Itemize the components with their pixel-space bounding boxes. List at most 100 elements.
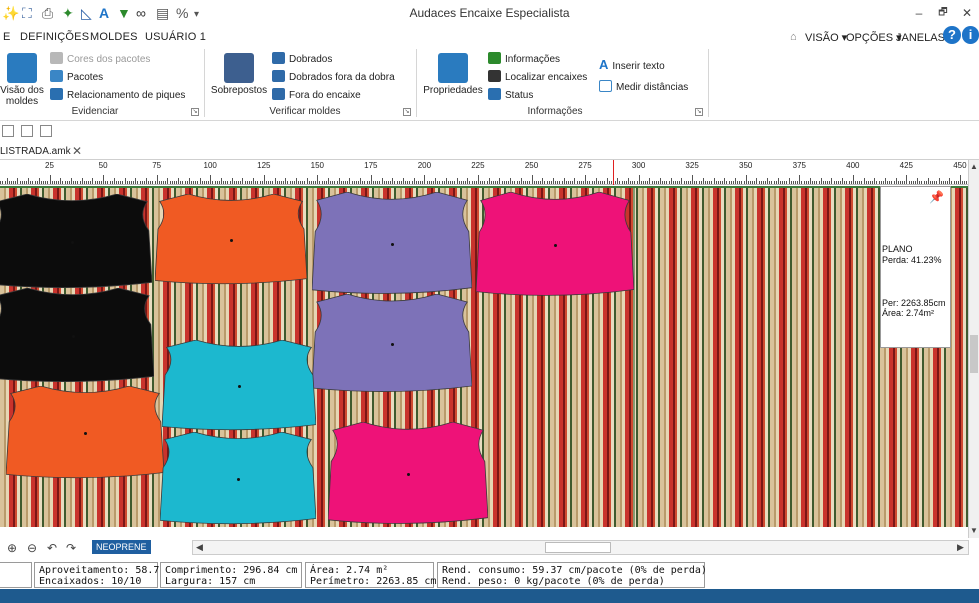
restore-icon[interactable]: 🗗 (931, 4, 955, 22)
piece-orange-2[interactable] (6, 386, 164, 480)
launcher-evidenciar-icon[interactable]: ↘ (191, 108, 199, 116)
scroll-up-icon[interactable]: ▲ (970, 162, 978, 171)
propriedades-button[interactable]: Propriedades (421, 53, 485, 96)
scroll-thumb[interactable] (970, 335, 978, 373)
ruler-tick (173, 181, 175, 184)
medir-distancias-button[interactable]: Medir distâncias (599, 80, 688, 95)
ruler-tick (315, 181, 317, 184)
menu-usuario[interactable]: USUÁRIO 1 (145, 31, 206, 43)
ruler-tick (630, 181, 631, 184)
select-icon[interactable] (2, 125, 14, 137)
cores-dos-pacotes-button[interactable]: Cores dos pacotes (50, 52, 150, 67)
ruler-tick (754, 181, 756, 184)
menu-definicoes[interactable]: DEFINIÇÕES (20, 31, 89, 43)
sobrepostos-button[interactable]: Sobrepostos (210, 53, 268, 96)
frame-icon[interactable]: ⛶ (22, 5, 32, 21)
piece-purple-2[interactable] (312, 294, 472, 394)
menu-opcoes[interactable]: OPÇÕES ▾ (846, 31, 902, 44)
document-tab[interactable]: LISTRADA.amk ✕ (0, 143, 979, 160)
mirror-icon[interactable] (40, 125, 52, 137)
ruler-tick (330, 181, 332, 184)
marker-canvas[interactable] (0, 186, 970, 527)
ruler-tick (600, 181, 601, 184)
clipboard-icon[interactable]: ▤ (156, 5, 169, 21)
align-icon[interactable] (21, 125, 33, 137)
ruler-tick (274, 178, 276, 184)
material-badge[interactable]: NEOPRENE (92, 540, 151, 554)
ruler-tick (118, 181, 120, 184)
magic-wand-icon[interactable]: ✨ (2, 5, 19, 21)
fora-do-encaixe-button[interactable]: Fora do encaixe (272, 88, 361, 103)
ruler-label: 75 (152, 161, 162, 170)
piece-cyan-1[interactable] (162, 340, 316, 432)
pin-icon[interactable]: 📌 (929, 190, 944, 204)
inserir-texto-button[interactable]: A Inserir texto (599, 57, 665, 72)
ruler-tick (392, 178, 394, 184)
localizar-encaixes-button[interactable]: Localizar encaixes (488, 70, 587, 85)
ruler-label: 225 (471, 161, 485, 170)
ruler-position-marker (613, 160, 614, 185)
close-icon[interactable]: ✕ (955, 4, 979, 22)
undo-icon[interactable]: ↶ (47, 541, 57, 555)
horizontal-scrollbar[interactable]: ◀ ▶ (192, 540, 969, 555)
ruler-label: 50 (98, 161, 108, 170)
binoculars-icon[interactable]: ∞ (136, 5, 146, 21)
text-icon[interactable]: A (99, 5, 109, 21)
ruler-tick (332, 181, 334, 184)
ruler-tick (919, 181, 921, 184)
ruler-tick (295, 178, 297, 184)
printer-icon[interactable]: ⎙ (42, 5, 53, 21)
relacionamento-de-piques-label: Relacionamento de piques (67, 90, 186, 101)
scroll-right-icon[interactable]: ▶ (957, 542, 964, 553)
zoom-out-icon[interactable]: ⊖ (27, 541, 37, 555)
ruler-tick (863, 178, 865, 184)
menu-moldes[interactable]: MOLDES (90, 31, 138, 43)
menu-visao[interactable]: VISÃO ▾ (805, 31, 847, 44)
percent-icon[interactable]: % (176, 5, 188, 21)
ruler-tick (364, 181, 366, 184)
ruler-tick (820, 178, 822, 184)
ruler-tick (929, 181, 931, 184)
ruler-icon[interactable]: ◺ (81, 5, 92, 21)
scroll-down-icon[interactable]: ▼ (970, 526, 978, 535)
ruler-tick (850, 181, 852, 184)
piece-black-1[interactable] (0, 194, 152, 290)
scroll-left-icon[interactable]: ◀ (196, 542, 203, 553)
dropdown-icon[interactable]: ▾ (194, 7, 199, 23)
informacoes-button[interactable]: Informações (488, 52, 560, 67)
redo-icon[interactable]: ↷ (66, 541, 76, 555)
visao-dos-moldes-label: Visão dos moldes (0, 85, 44, 107)
ruler-tick (495, 181, 497, 184)
zoom-in-icon[interactable]: ⊕ (7, 541, 17, 555)
help-icon[interactable]: ? (943, 26, 961, 44)
status-button[interactable]: Status (488, 88, 533, 103)
launcher-verificar-icon[interactable]: ↘ (403, 108, 411, 116)
hscroll-thumb[interactable] (545, 542, 611, 553)
minimize-icon[interactable]: – (907, 4, 931, 22)
ruler-tick (503, 181, 505, 184)
pacotes-button[interactable]: Pacotes (50, 70, 103, 85)
piece-outline (0, 194, 152, 289)
shirt-icon[interactable]: ▼ (117, 5, 131, 21)
dobrados-fora-button[interactable]: Dobrados fora da dobra (272, 70, 395, 85)
info-icon[interactable]: i (962, 26, 979, 44)
piece-cyan-2[interactable] (160, 432, 316, 526)
ruler-tick (805, 181, 807, 184)
ruler-tick (702, 178, 704, 184)
close-tab-icon[interactable]: ✕ (72, 144, 82, 158)
launcher-informacoes-icon[interactable]: ↘ (695, 108, 703, 116)
dobrados-button[interactable]: Dobrados (272, 52, 332, 67)
visao-dos-moldes-button[interactable]: Visão dos moldes (0, 53, 44, 107)
relacionamento-de-piques-button[interactable]: Relacionamento de piques (50, 88, 185, 103)
ruler-tick (261, 181, 263, 184)
piece-pink-2[interactable] (328, 422, 488, 526)
piece-purple-1[interactable] (312, 192, 472, 296)
info-perda: Perda: 41.23% (882, 255, 942, 265)
vertical-scrollbar[interactable]: ▲ ▼ (968, 160, 979, 538)
piece-black-2[interactable] (0, 288, 154, 384)
home-icon[interactable]: ⌂ (790, 31, 797, 43)
ruler-tick (148, 181, 150, 184)
piece-pink-1[interactable] (476, 192, 634, 298)
piece-orange-1[interactable] (155, 194, 307, 286)
pieces-icon[interactable]: ✦ (62, 5, 74, 21)
